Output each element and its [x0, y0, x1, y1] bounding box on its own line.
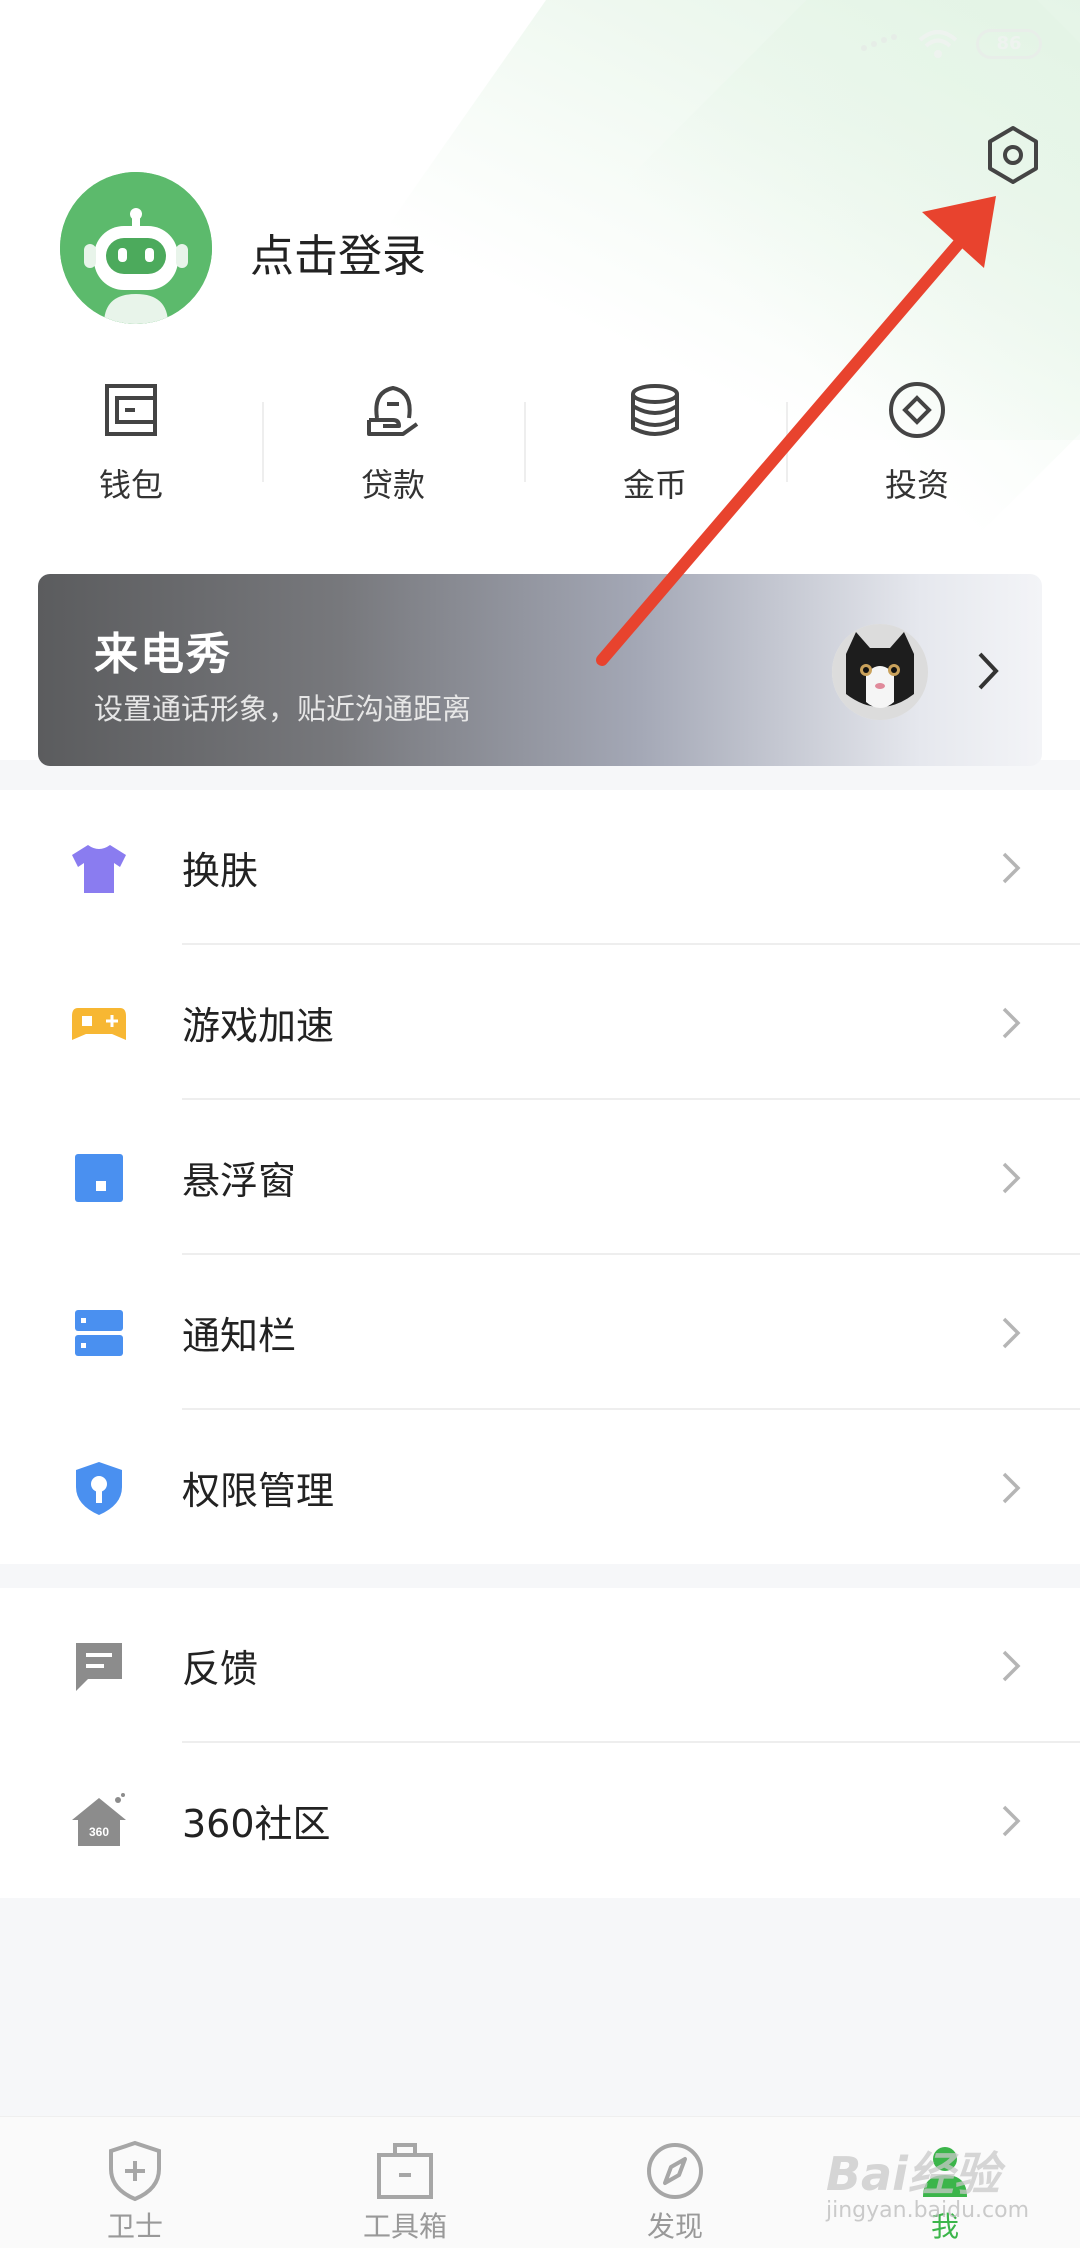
- signal-icon: [861, 34, 897, 51]
- compass-icon: [647, 2143, 703, 2199]
- chevron-right-icon: [1002, 1805, 1021, 1836]
- nav-label: 工具箱: [362, 2210, 447, 2243]
- list-item-label: 换肤: [182, 849, 259, 893]
- list-item-label: 通知栏: [182, 1314, 297, 1358]
- toolbox-icon: [377, 2143, 433, 2199]
- quick-action-label: 金币: [622, 466, 687, 504]
- status-bar: 86: [860, 28, 1042, 60]
- settings-icon[interactable]: [982, 124, 1044, 186]
- list-item-label: 360社区: [182, 1802, 331, 1846]
- quick-action-coins[interactable]: 金币: [524, 380, 786, 510]
- quick-action-label: 钱包: [98, 466, 163, 504]
- list-item-label: 权限管理: [182, 1469, 335, 1513]
- login-link[interactable]: 点击登录: [250, 220, 426, 284]
- watermark: Bai经验: [826, 2147, 1000, 2201]
- tshirt-icon: [72, 844, 126, 893]
- cat-avatar-icon: [832, 624, 928, 720]
- nav-tab-toolbox[interactable]: 工具箱: [270, 2117, 540, 2248]
- quick-action-label: 投资: [884, 466, 949, 504]
- chevron-right-icon: [1002, 1162, 1021, 1193]
- chevron-right-icon: [978, 652, 999, 690]
- quick-action-wallet[interactable]: 钱包: [0, 380, 262, 510]
- list-item-label: 反馈: [182, 1647, 259, 1691]
- chevron-right-icon: [1002, 1007, 1021, 1038]
- nav-tab-guard[interactable]: 卫士: [0, 2117, 270, 2248]
- banner-title: 来电秀: [94, 629, 232, 680]
- nav-label: 发现: [646, 2210, 703, 2243]
- quick-action-loan[interactable]: 贷款: [262, 380, 524, 510]
- guard-shield-icon: [109, 2140, 161, 2202]
- list-item-permissions[interactable]: 权限管理: [0, 1410, 1080, 1565]
- floating-window-icon: [75, 1153, 123, 1202]
- invest-icon: [889, 382, 945, 438]
- robot-avatar-icon: [60, 172, 212, 324]
- coins-icon: [631, 384, 679, 436]
- caller-show-banner[interactable]: 来电秀 设置通话形象，贴近沟通距离: [38, 574, 1042, 766]
- quick-action-label: 贷款: [360, 466, 425, 504]
- chevron-right-icon: [1002, 852, 1021, 883]
- banner-subtitle: 设置通话形象，贴近沟通距离: [94, 692, 472, 726]
- battery-indicator: 86: [976, 29, 1042, 59]
- gamepad-icon: [72, 1007, 126, 1040]
- watermark-url: jingyan.baidu.com: [826, 2198, 1030, 2223]
- chevron-right-icon: [1002, 1472, 1021, 1503]
- quick-actions-row: 钱包 贷款 金币 投资: [0, 380, 1080, 510]
- settings-list-secondary: 反馈 360 360社区: [0, 1588, 1080, 1898]
- quick-action-invest[interactable]: 投资: [786, 380, 1048, 510]
- shield-key-icon: [76, 1461, 122, 1515]
- list-item-skin[interactable]: 换肤: [0, 790, 1080, 945]
- list-item-floating-window[interactable]: 悬浮窗: [0, 1100, 1080, 1255]
- list-item-feedback[interactable]: 反馈: [0, 1588, 1080, 1743]
- nav-label: 卫士: [106, 2210, 163, 2243]
- feedback-icon: [76, 1642, 122, 1691]
- chevron-right-icon: [1002, 1650, 1021, 1681]
- wifi-icon: [918, 30, 958, 58]
- loan-icon: [367, 385, 419, 436]
- list-item-label: 悬浮窗: [182, 1159, 297, 1203]
- list-item-label: 游戏加速: [182, 1004, 335, 1048]
- list-item-notification-bar[interactable]: 通知栏: [0, 1255, 1080, 1410]
- list-item-game-boost[interactable]: 游戏加速: [0, 945, 1080, 1100]
- settings-list-main: 换肤 游戏加速 悬浮窗 通知栏 权限管理: [0, 790, 1080, 1564]
- avatar[interactable]: [60, 172, 212, 324]
- chevron-right-icon: [1002, 1317, 1021, 1348]
- notification-bar-icon: [75, 1309, 123, 1356]
- wallet-icon: [105, 384, 157, 436]
- community-house-icon: 360: [72, 1792, 126, 1846]
- community-badge-text: 360: [89, 1825, 109, 1839]
- nav-tab-discover[interactable]: 发现: [540, 2117, 810, 2248]
- list-item-360-community[interactable]: 360 360社区: [0, 1743, 1080, 1898]
